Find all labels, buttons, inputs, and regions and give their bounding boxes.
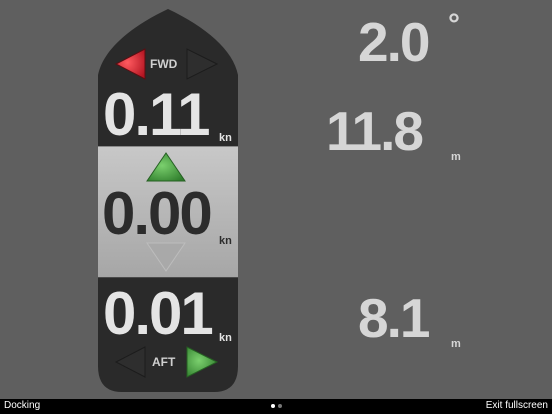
aft-speed-value: 0.01 <box>103 280 214 347</box>
depth-fwd-unit: m <box>451 151 461 163</box>
page-indicator <box>271 404 283 408</box>
aft-label: AFT <box>152 355 176 369</box>
fwd-label: FWD <box>150 57 178 71</box>
boat-hull <box>98 9 238 392</box>
fwd-speed-value: 0.11 <box>103 81 210 148</box>
exit-fullscreen-button[interactable]: Exit fullscreen <box>486 401 548 411</box>
bottom-bar: Docking Exit fullscreen <box>0 399 552 414</box>
depth-aft-unit: m <box>451 338 461 350</box>
depth-aft-value: 8.1 <box>358 287 430 349</box>
app-title: Docking <box>4 400 41 411</box>
heading-value: 2.0 <box>358 11 430 73</box>
page-dot-active[interactable] <box>271 404 275 408</box>
aft-speed-unit: kn <box>219 332 232 344</box>
center-speed-unit: kn <box>219 235 232 247</box>
page-dot-inactive[interactable] <box>278 404 282 408</box>
center-speed-value: 0.00 <box>102 180 213 247</box>
depth-fwd-value: 11.8 <box>326 100 424 162</box>
heading-unit: ° <box>448 8 460 41</box>
fwd-speed-unit: kn <box>219 132 232 144</box>
